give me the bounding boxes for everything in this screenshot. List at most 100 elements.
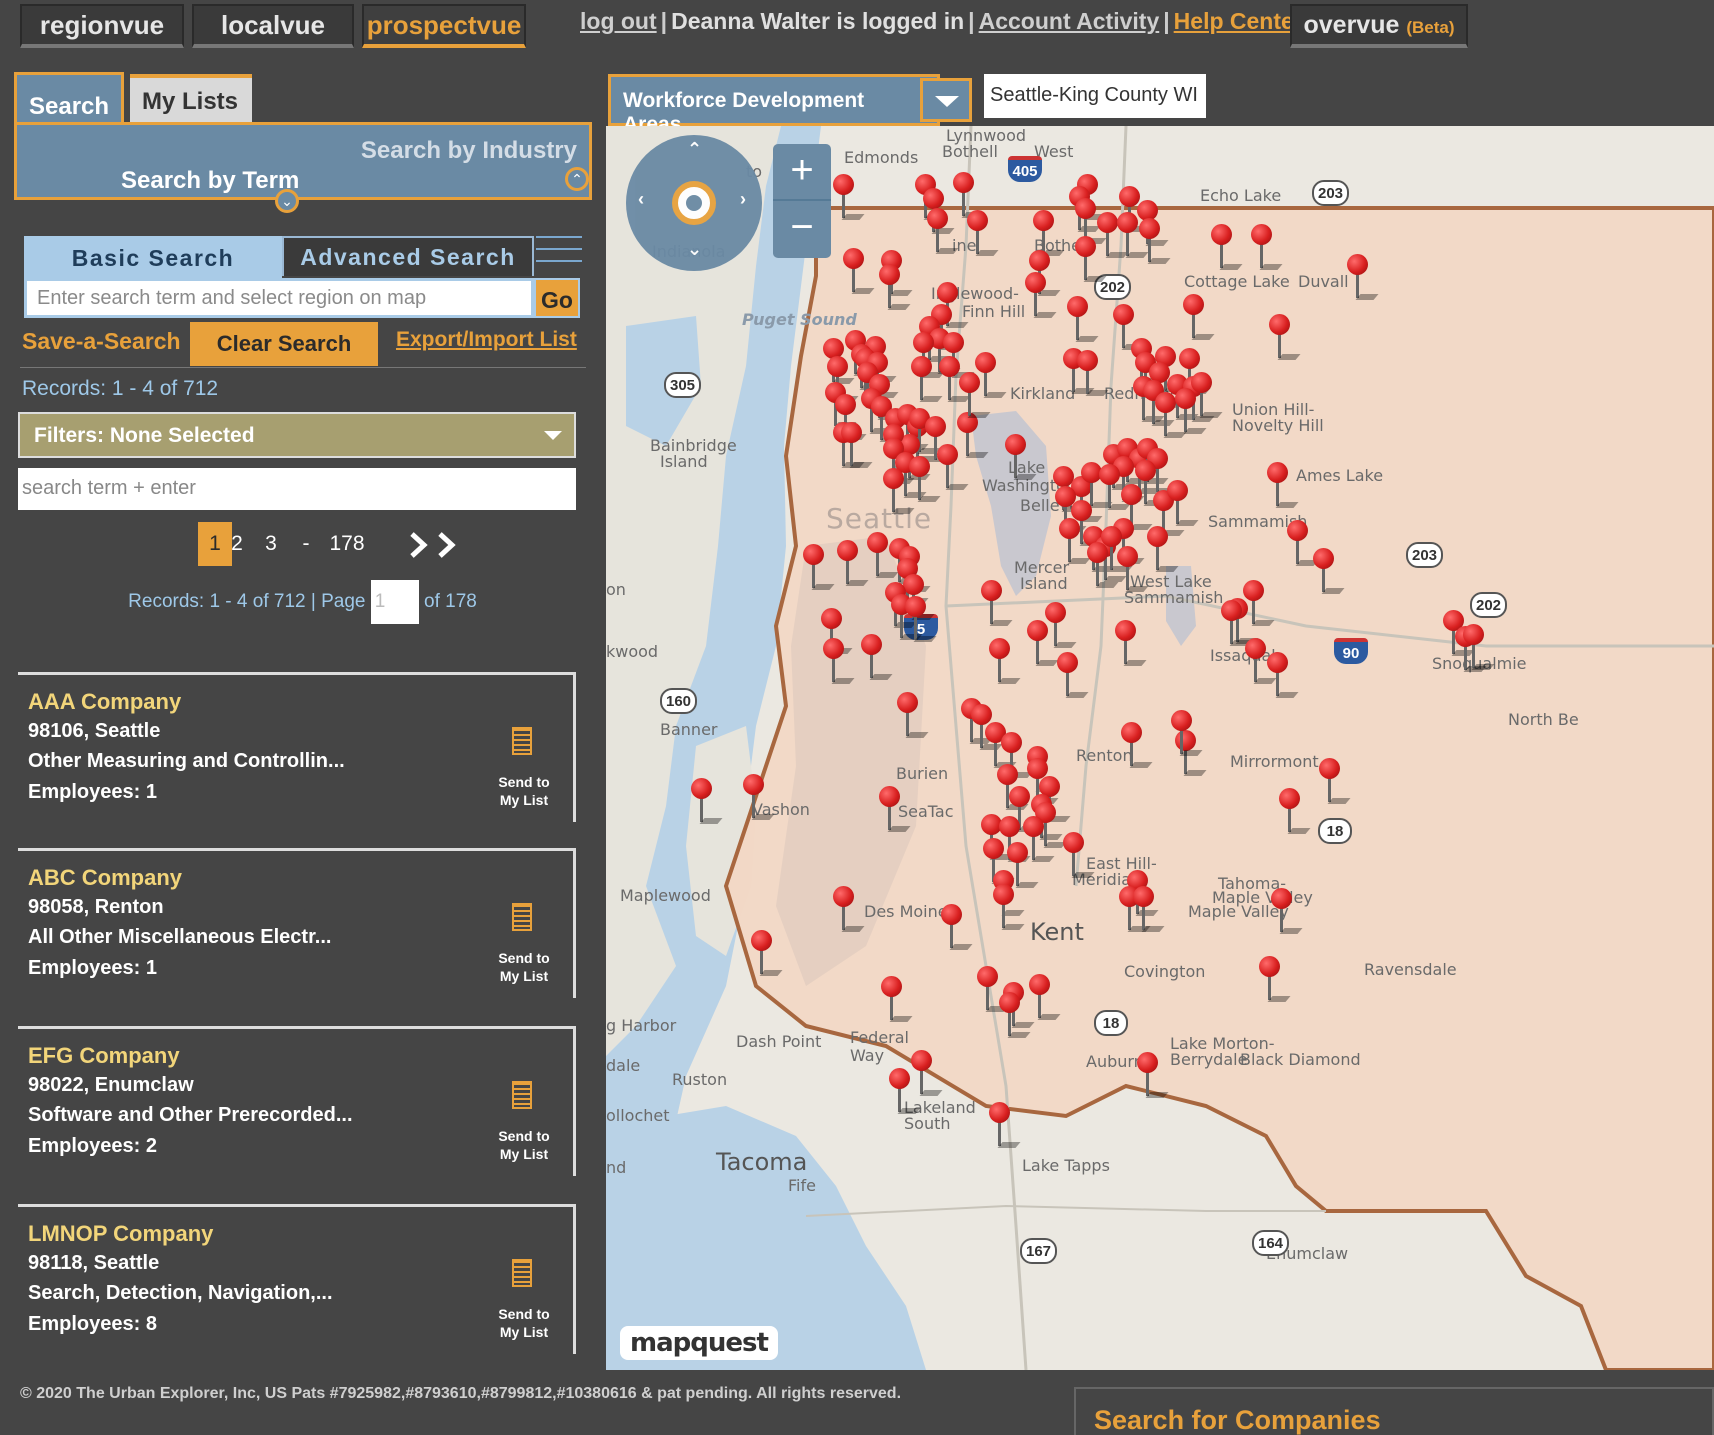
map-pin-icon[interactable]	[822, 638, 855, 686]
map-pin-icon[interactable]	[878, 264, 911, 312]
pan-up-icon[interactable]: ⌃	[687, 139, 702, 160]
company-card[interactable]: AAA Company 98106, Seattle Other Measuri…	[18, 672, 576, 822]
map-pin-icon[interactable]	[1220, 600, 1253, 648]
send-to-my-list[interactable]: Send to My List	[484, 1127, 564, 1163]
send-to-my-list[interactable]: Send to My List	[484, 1305, 564, 1341]
map-pin-icon[interactable]	[896, 692, 929, 740]
map-pin-icon[interactable]	[1266, 462, 1299, 510]
map-pin-icon[interactable]	[908, 456, 941, 504]
map-pin-icon[interactable]	[742, 774, 775, 822]
company-name[interactable]: EFG Company	[28, 1043, 180, 1069]
map-pin-icon[interactable]	[1146, 526, 1179, 574]
map-pin-icon[interactable]	[992, 884, 1025, 932]
map-pin-icon[interactable]	[1114, 620, 1147, 668]
tab-prospectvue[interactable]: prospectvue	[362, 4, 526, 48]
map-pin-icon[interactable]	[1086, 542, 1119, 590]
map-pin-icon[interactable]	[1004, 434, 1037, 482]
list-icon[interactable]	[512, 727, 532, 755]
company-card[interactable]: LMNOP Company 98118, Seattle Search, Det…	[18, 1204, 576, 1354]
search-for-companies-panel[interactable]: Search for Companies	[1074, 1387, 1714, 1435]
filters-dropdown[interactable]: Filters: None Selected	[18, 412, 576, 458]
tab-my-lists[interactable]: My Lists	[130, 74, 252, 122]
zoom-in-button[interactable]: +	[773, 144, 831, 201]
map-pin-icon[interactable]	[904, 596, 937, 644]
company-card[interactable]: EFG Company 98022, Enumclaw Software and…	[18, 1026, 576, 1176]
map-pin-icon[interactable]	[1136, 1052, 1169, 1100]
tab-overvue[interactable]: overvue (Beta)	[1290, 4, 1468, 48]
map-pin-icon[interactable]	[1266, 652, 1299, 700]
map-pin-icon[interactable]	[1174, 388, 1207, 436]
center-icon[interactable]	[672, 181, 716, 225]
pan-control[interactable]: ⌃ ⌄ ‹ ›	[626, 135, 762, 271]
map-view[interactable]: Lynnwood Bothell West Edmonds Echo Lake Bothe…	[606, 126, 1714, 1370]
company-name[interactable]: ABC Company	[28, 865, 182, 891]
map-pin-icon[interactable]	[926, 208, 959, 256]
map-pin-icon[interactable]	[1132, 886, 1165, 934]
map-pin-icon[interactable]	[1244, 638, 1277, 686]
tab-localvue[interactable]: localvue	[192, 4, 354, 48]
export-import-link[interactable]: Export/Import List	[396, 328, 577, 352]
map-pin-icon[interactable]	[1166, 480, 1199, 528]
account-activity-link[interactable]: Account Activity	[979, 8, 1160, 34]
map-pin-icon[interactable]	[1182, 294, 1215, 342]
map-pin-icon[interactable]	[802, 544, 835, 592]
tab-basic-search[interactable]: Basic Search	[24, 236, 282, 278]
zoom-control[interactable]: + −	[773, 144, 831, 258]
map-pin-icon[interactable]	[936, 444, 969, 492]
map-pin-icon[interactable]	[1058, 518, 1091, 566]
map-pin-icon[interactable]	[1062, 832, 1095, 880]
map-pin-icon[interactable]	[842, 248, 875, 296]
map-pin-icon[interactable]	[1098, 464, 1131, 512]
logout-link[interactable]: log out	[580, 8, 657, 34]
map-pin-icon[interactable]	[860, 634, 893, 682]
map-pin-icon[interactable]	[882, 468, 915, 516]
list-icon[interactable]	[512, 903, 532, 931]
list-icon[interactable]	[512, 1081, 532, 1109]
search-by-term[interactable]: Search by Term	[121, 167, 299, 195]
map-pin-icon[interactable]	[958, 372, 991, 420]
map-pin-icon[interactable]	[690, 778, 723, 826]
map-pin-icon[interactable]	[1258, 956, 1291, 1004]
page-2[interactable]: 2	[224, 522, 250, 566]
map-pin-icon[interactable]	[976, 966, 1009, 1014]
map-pin-icon[interactable]	[910, 356, 943, 404]
search-by-industry[interactable]: Search by Industry	[361, 137, 577, 165]
map-pin-icon[interactable]	[1346, 254, 1379, 302]
map-pin-icon[interactable]	[1270, 888, 1303, 936]
company-name[interactable]: LMNOP Company	[28, 1221, 213, 1247]
page-number-input[interactable]: 1	[370, 580, 419, 624]
filter-search-input[interactable]: search term + enter	[18, 468, 576, 510]
map-pin-icon[interactable]	[1076, 350, 1109, 398]
pan-left-icon[interactable]: ‹	[638, 189, 644, 210]
map-pin-icon[interactable]	[1024, 272, 1057, 320]
map-pin-icon[interactable]	[1056, 652, 1089, 700]
map-pin-icon[interactable]	[832, 886, 865, 934]
map-pin-icon[interactable]	[1462, 624, 1495, 672]
list-icon[interactable]	[512, 1259, 532, 1287]
map-pin-icon[interactable]	[1318, 758, 1351, 806]
page-178[interactable]: 178	[322, 522, 372, 566]
map-pin-icon[interactable]	[1138, 218, 1171, 266]
map-pin-icon[interactable]	[998, 992, 1031, 1040]
pan-down-icon[interactable]: ⌄	[687, 239, 702, 260]
map-pin-icon[interactable]	[910, 1050, 943, 1098]
map-pin-icon[interactable]	[1312, 548, 1345, 596]
help-center-link[interactable]: Help Center	[1174, 8, 1303, 34]
go-button[interactable]: Go	[534, 278, 580, 318]
chevron-up-icon[interactable]: ⌃	[565, 167, 589, 191]
map-pin-icon[interactable]	[1120, 722, 1153, 770]
map-pin-icon[interactable]	[866, 532, 899, 580]
map-pin-icon[interactable]	[840, 422, 873, 470]
map-pin-icon[interactable]	[1044, 602, 1077, 650]
map-pin-icon[interactable]	[1268, 314, 1301, 362]
map-pin-icon[interactable]	[1074, 236, 1107, 284]
company-name[interactable]: AAA Company	[28, 689, 181, 715]
map-pin-icon[interactable]	[880, 976, 913, 1024]
company-card[interactable]: ABC Company 98058, Renton All Other Misc…	[18, 848, 576, 998]
zoom-out-button[interactable]: −	[773, 201, 831, 258]
map-pin-icon[interactable]	[836, 540, 869, 588]
map-pin-icon[interactable]	[940, 904, 973, 952]
map-pin-icon[interactable]	[1170, 710, 1203, 758]
page-3[interactable]: 3	[258, 522, 284, 566]
pan-right-icon[interactable]: ›	[740, 189, 746, 210]
